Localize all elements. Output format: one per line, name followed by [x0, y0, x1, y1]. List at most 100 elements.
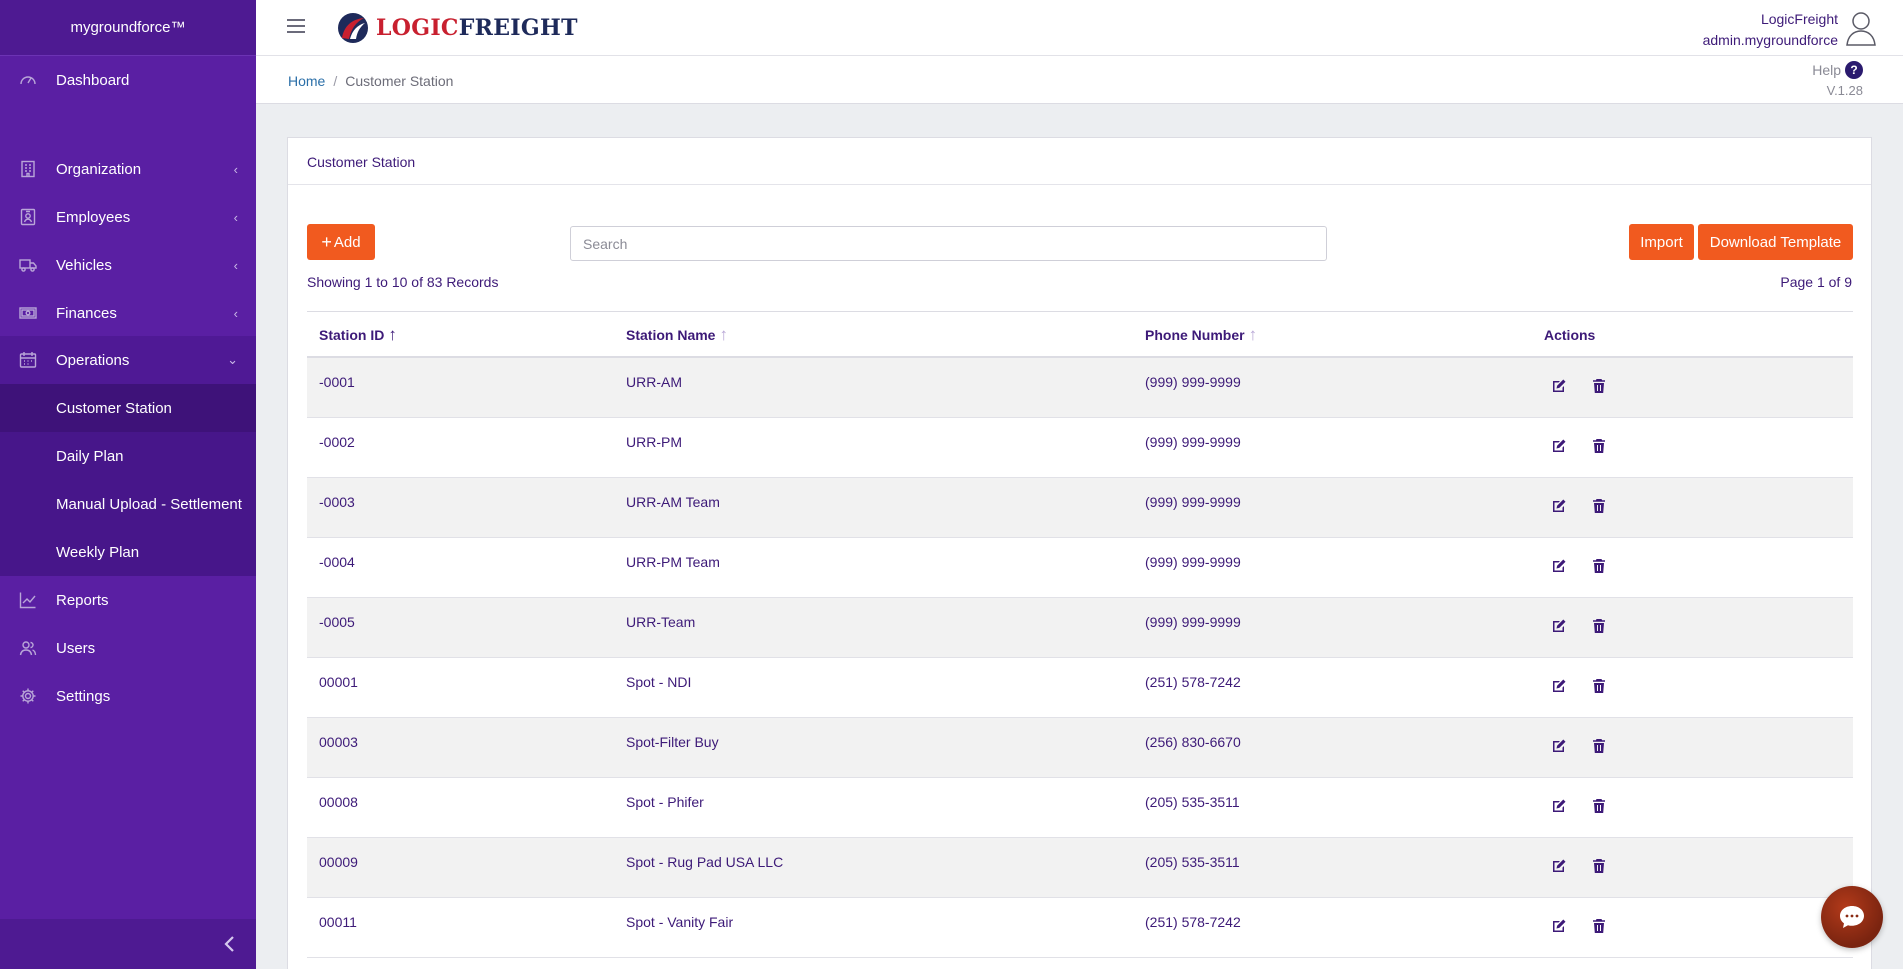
- operations-submenu: Customer Station Daily Plan Manual Uploa…: [0, 384, 256, 576]
- add-button[interactable]: + Add: [307, 224, 375, 260]
- edit-icon[interactable]: [1551, 678, 1569, 696]
- table-body: -0001 URR-AM (999) 999-9999 -0002 URR-PM (999…: [307, 358, 1853, 958]
- cell-phone-number: (999) 999-9999: [1145, 614, 1241, 630]
- sidebar-item-vehicles[interactable]: Vehicles ‹: [0, 241, 256, 289]
- table-row: -0004 URR-PM Team (999) 999-9999: [307, 538, 1853, 598]
- edit-icon[interactable]: [1551, 498, 1569, 516]
- trash-icon[interactable]: [1591, 378, 1609, 396]
- cell-station-id: -0005: [319, 614, 355, 630]
- search-input[interactable]: [570, 226, 1327, 261]
- trash-icon[interactable]: [1591, 498, 1609, 516]
- company-logo[interactable]: LOGICFREIGHT: [336, 10, 578, 46]
- edit-icon[interactable]: [1551, 618, 1569, 636]
- sidebar-item-finances[interactable]: Finances ‹: [0, 289, 256, 337]
- building-icon: [19, 160, 37, 178]
- subnav-item-manual-upload-settlement[interactable]: Manual Upload - Settlement: [0, 480, 256, 528]
- sidebar-item-settings[interactable]: Settings: [0, 672, 256, 720]
- edit-icon[interactable]: [1551, 438, 1569, 456]
- logo-text: LOGICFREIGHT: [376, 15, 578, 41]
- chevron-left-icon: ‹: [233, 257, 238, 273]
- sidebar-item-dashboard[interactable]: Dashboard: [0, 56, 256, 104]
- chat-widget-button[interactable]: [1821, 886, 1883, 948]
- sidebar-footer: [0, 919, 256, 969]
- sidebar-item-organization[interactable]: Organization ‹: [0, 145, 256, 193]
- chevron-down-icon: ⌄: [227, 352, 238, 367]
- sidebar-item-label: Users: [56, 639, 96, 657]
- table-header: Station ID ↑ Station Name ↑ Phone Number ↑ …: [307, 311, 1853, 358]
- breadcrumb-bar: Home / Customer Station Help ? V.1.28: [256, 56, 1903, 104]
- subnav-item-customer-station[interactable]: Customer Station: [0, 384, 256, 432]
- sidebar-item-users[interactable]: Users: [0, 624, 256, 672]
- sidebar-item-employees[interactable]: Employees ‹: [0, 193, 256, 241]
- edit-icon[interactable]: [1551, 558, 1569, 576]
- sidebar-item-label: Finances: [56, 304, 117, 322]
- cell-station-name: Spot - Phifer: [626, 794, 704, 810]
- download-template-button[interactable]: Download Template: [1698, 224, 1853, 260]
- trash-icon[interactable]: [1591, 918, 1609, 936]
- cell-station-name: Spot-Filter Buy: [626, 734, 719, 750]
- breadcrumb-separator: /: [333, 73, 338, 89]
- edit-icon[interactable]: [1551, 738, 1569, 756]
- cell-station-id: -0001: [319, 374, 355, 390]
- card-title: Customer Station: [288, 138, 1871, 185]
- subnav-item-weekly-plan[interactable]: Weekly Plan: [0, 528, 256, 576]
- subnav-item-daily-plan[interactable]: Daily Plan: [0, 432, 256, 480]
- records-count: Showing 1 to 10 of 83 Records: [307, 274, 499, 290]
- table-row: 00011 Spot - Vanity Fair (251) 578-7242: [307, 898, 1853, 958]
- sidebar-item-operations[interactable]: Operations ⌄: [0, 336, 256, 384]
- trash-icon[interactable]: [1591, 678, 1609, 696]
- edit-icon[interactable]: [1551, 858, 1569, 876]
- add-button-label: Add: [333, 233, 361, 251]
- trash-icon[interactable]: [1591, 438, 1609, 456]
- user-info[interactable]: LogicFreight admin.mygroundforce: [1703, 9, 1838, 51]
- cell-phone-number: (205) 535-3511: [1145, 794, 1240, 810]
- sidebar-item-label: Employees: [56, 208, 131, 226]
- edit-icon[interactable]: [1551, 378, 1569, 396]
- hamburger-menu-icon[interactable]: [287, 19, 305, 35]
- chevron-left-icon: ‹: [233, 161, 238, 177]
- chevron-left-icon: ‹: [233, 209, 238, 225]
- cell-station-name: Spot - Vanity Fair: [626, 914, 734, 930]
- column-header-station-name[interactable]: Station Name ↑: [626, 325, 728, 344]
- collapse-sidebar-chevron-icon[interactable]: [220, 933, 240, 955]
- cell-phone-number: (999) 999-9999: [1145, 374, 1241, 390]
- stations-table: Station ID ↑ Station Name ↑ Phone Number ↑ …: [307, 311, 1853, 958]
- column-header-phone-number[interactable]: Phone Number ↑: [1145, 326, 1257, 343]
- sidebar-item-reports[interactable]: Reports: [0, 576, 256, 624]
- chat-bubble-icon: [1840, 906, 1864, 928]
- table-row: -0003 URR-AM Team (999) 999-9999: [307, 478, 1853, 538]
- cell-phone-number: (205) 535-3511: [1145, 854, 1240, 870]
- cell-station-id: 00011: [319, 914, 357, 930]
- column-header-station-id[interactable]: Station ID ↑: [319, 326, 397, 343]
- subnav-item-label: Daily Plan: [56, 447, 124, 465]
- line-chart-icon: [19, 591, 37, 609]
- cell-phone-number: (999) 999-9999: [1145, 434, 1241, 450]
- trash-icon[interactable]: [1591, 618, 1609, 636]
- edit-icon[interactable]: [1551, 798, 1569, 816]
- app-version: V.1.28: [1826, 83, 1863, 98]
- sidebar-item-label: Vehicles: [56, 256, 112, 274]
- id-badge-icon: [19, 208, 37, 226]
- sidebar-item-label: Reports: [56, 591, 109, 609]
- sort-arrow-icon: ↑: [719, 325, 728, 344]
- trash-icon[interactable]: [1591, 738, 1609, 756]
- cell-phone-number: (999) 999-9999: [1145, 554, 1241, 570]
- import-button[interactable]: Import: [1629, 224, 1694, 260]
- cell-station-id: 00009: [319, 854, 358, 870]
- customer-station-card: Customer Station +Add Import Download Te…: [287, 137, 1872, 969]
- edit-icon[interactable]: [1551, 918, 1569, 936]
- cell-station-name: URR-PM: [626, 434, 682, 450]
- trash-icon[interactable]: [1591, 798, 1609, 816]
- help-link[interactable]: Help ?: [1812, 61, 1863, 79]
- column-header-actions: Actions: [1544, 327, 1596, 343]
- table-row: -0002 URR-PM (999) 999-9999: [307, 418, 1853, 478]
- trash-icon[interactable]: [1591, 858, 1609, 876]
- breadcrumb-home-link[interactable]: Home: [288, 73, 325, 89]
- sidebar-brand: mygroundforce™: [0, 0, 256, 56]
- user-avatar-icon[interactable]: [1845, 10, 1877, 46]
- cell-station-id: -0002: [319, 434, 355, 450]
- trash-icon[interactable]: [1591, 558, 1609, 576]
- username: admin.mygroundforce: [1702, 32, 1838, 48]
- truck-icon: [19, 256, 37, 274]
- sidebar-item-label: Dashboard: [56, 71, 130, 89]
